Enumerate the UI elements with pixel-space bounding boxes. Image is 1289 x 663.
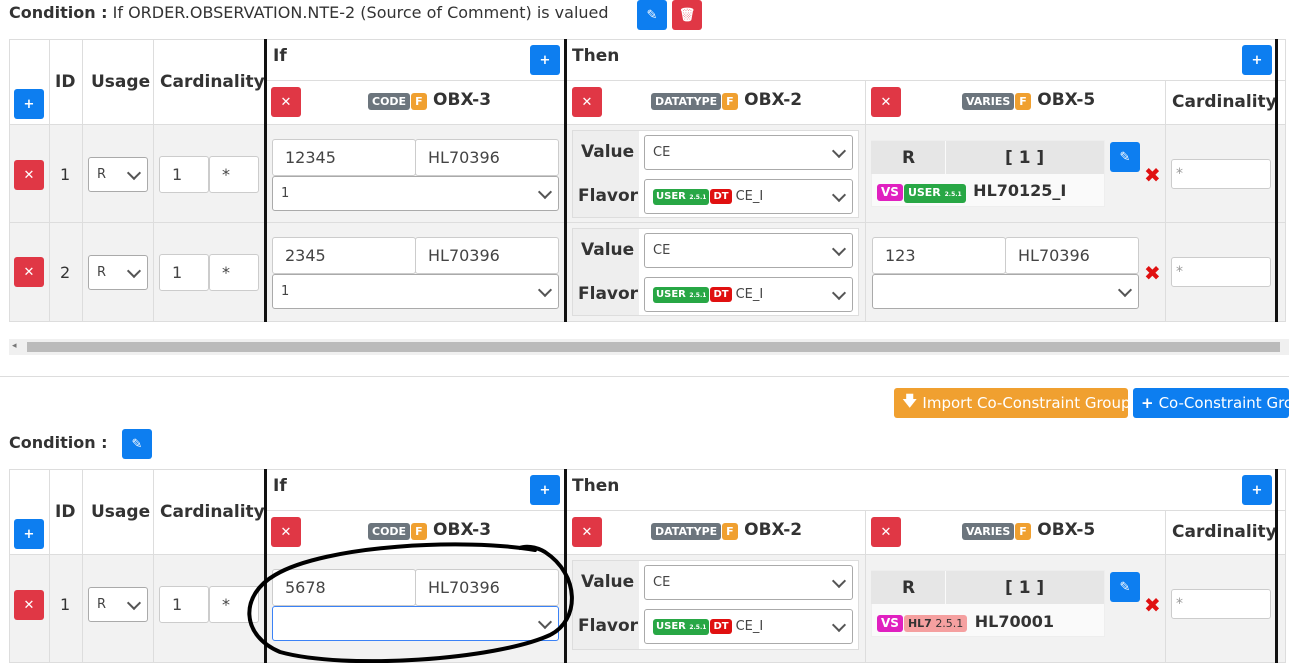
hl7-badge-version: 2.5.1 xyxy=(935,617,964,630)
pencil-icon: ✎ xyxy=(1119,579,1131,595)
field-name: OBX-2 xyxy=(744,520,803,540)
value-set-binding: VS HL7 2.5.1 HL70001 xyxy=(877,612,1054,632)
flag-badge: F xyxy=(411,523,427,540)
then-column-2-title: VARIES F OBX-5 xyxy=(962,520,1095,540)
vs-name: HL70001 xyxy=(974,612,1055,631)
cardinality-max-value: * xyxy=(222,595,230,614)
cardinality-right-label: Cardinality xyxy=(1172,522,1277,542)
right-separator xyxy=(1275,469,1278,663)
then-header xyxy=(566,469,1286,511)
usage-select[interactable]: R xyxy=(88,587,148,622)
close-icon: ✕ xyxy=(23,597,35,613)
chevron-down-icon xyxy=(831,617,847,632)
user-badge: USER 2.5.1 xyxy=(653,618,710,635)
code-badge: CODE xyxy=(368,523,411,540)
vs-badge: VS xyxy=(877,615,903,632)
cardinality-right-input[interactable]: * xyxy=(1171,589,1271,619)
datatype-badge: DATATYPE xyxy=(651,523,722,540)
user-badge-version: 2.5.1 xyxy=(689,623,707,631)
row-id: 1 xyxy=(60,595,71,614)
add-then-column-button[interactable]: + xyxy=(1242,475,1272,505)
chevron-down-icon xyxy=(126,595,142,610)
value-select-value: CE xyxy=(653,575,671,590)
then-column-1-title: DATATYPE F OBX-2 xyxy=(651,520,802,540)
chevron-down-icon xyxy=(831,573,847,588)
vs-cardinality: [ 1 ] xyxy=(1005,578,1045,598)
close-icon: ✕ xyxy=(581,524,593,540)
add-if-column-button[interactable]: + xyxy=(530,475,560,505)
hl7-badge-text: HL7 xyxy=(907,617,932,630)
remove-then-column-2-button[interactable]: ✕ xyxy=(871,517,901,547)
field-name: OBX-3 xyxy=(433,520,492,540)
flavor-select[interactable]: USER 2.5.1 DT CE_I xyxy=(644,609,853,644)
usage-header-label: Usage xyxy=(91,502,151,522)
then-header-label: Then xyxy=(572,476,620,496)
cardinality-header-label: Cardinality xyxy=(160,502,265,522)
user-badge-text: USER xyxy=(656,620,686,632)
vs-usage: R xyxy=(902,578,916,598)
edit-value-set-button[interactable]: ✎ xyxy=(1110,572,1140,602)
if-header-label: If xyxy=(273,476,287,496)
if-header xyxy=(266,469,566,511)
close-icon: ✕ xyxy=(280,524,292,540)
field-name: OBX-5 xyxy=(1037,520,1096,540)
usage-value: R xyxy=(97,597,107,612)
remove-icon[interactable]: ✖ xyxy=(1144,593,1161,617)
flavor-value: CE_I xyxy=(735,619,764,634)
cardinality-min-input[interactable]: 1 xyxy=(159,586,209,623)
close-icon: ✕ xyxy=(880,524,892,540)
dt-badge: DT xyxy=(710,619,732,634)
flavor-label: Flavor xyxy=(578,616,639,636)
flag-badge: F xyxy=(1015,523,1031,540)
value-label: Value xyxy=(581,572,635,592)
add-row-button[interactable]: + xyxy=(14,519,44,549)
plus-icon: + xyxy=(23,526,35,542)
annotation-circle xyxy=(247,542,574,663)
hl7-badge: HL7 2.5.1 xyxy=(903,615,968,632)
id-header-label: ID xyxy=(55,502,76,522)
flag-badge: F xyxy=(722,523,738,540)
varies-badge: VARIES xyxy=(962,523,1015,540)
cardinality-right-placeholder: * xyxy=(1176,596,1183,612)
cardinality-min-value: 1 xyxy=(172,595,183,614)
if-column-title: CODE F OBX-3 xyxy=(368,520,491,540)
plus-icon: + xyxy=(539,482,551,498)
value-select[interactable]: CE xyxy=(644,565,853,600)
cc-table-2: + ID Usage Cardinality If + ✕ CODE F OBX-… xyxy=(0,0,1289,663)
plus-icon: + xyxy=(1251,482,1263,498)
delete-row-button[interactable]: ✕ xyxy=(14,590,44,620)
